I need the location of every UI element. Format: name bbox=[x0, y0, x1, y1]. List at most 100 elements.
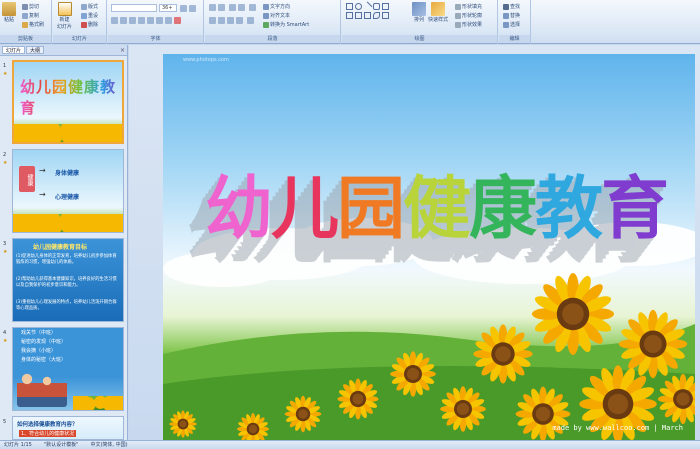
scissors-icon bbox=[22, 3, 28, 10]
brace-shape-icon[interactable] bbox=[364, 12, 371, 19]
slide-editor: 幼幼幼幼幼幼儿儿儿儿儿儿园园园园园园健健健健健健康康康康康康教教教教教教育育育育… bbox=[129, 45, 700, 440]
arrange-button[interactable]: 排列 bbox=[412, 2, 426, 23]
slides-group: 新建 幻灯片 版式 重设 删除 幻灯片 bbox=[53, 0, 107, 44]
copy-icon bbox=[22, 12, 28, 19]
thumbnail-text: (3)重视幼儿心理发展的特点，培养幼儿活泼开朗合群等心理品质。 bbox=[16, 300, 117, 311]
thumbnail-item: 身体健康 bbox=[55, 170, 80, 177]
align-text-icon bbox=[263, 12, 269, 19]
title-char: 儿 bbox=[271, 170, 339, 249]
format-painter-button[interactable]: 格式刷 bbox=[22, 21, 44, 28]
bold-icon[interactable] bbox=[111, 17, 118, 24]
rectangle-shape-icon[interactable] bbox=[346, 3, 353, 10]
slide-thumbnail[interactable]: 如何选择健康教育内容？ 1、符合幼儿的健康状况 bbox=[12, 416, 124, 440]
strikethrough-icon[interactable] bbox=[138, 17, 145, 24]
reset-button[interactable]: 重设 bbox=[81, 12, 98, 19]
shape-fill-button[interactable]: 形状填充 bbox=[455, 3, 482, 10]
char-spacing-icon[interactable] bbox=[156, 17, 163, 24]
slide-number: 4 bbox=[3, 330, 7, 336]
increase-indent-icon[interactable] bbox=[238, 4, 245, 11]
shadow-icon[interactable] bbox=[147, 17, 154, 24]
align-left-icon[interactable] bbox=[209, 17, 216, 24]
slide-thumbnail[interactable]: 幼儿园健康教育目标 (1)促进幼儿身体的正常发育，培养幼儿初步参加体育锻炼的习惯… bbox=[12, 238, 124, 322]
slide-counter: 幻灯片 1/15 bbox=[4, 442, 32, 448]
shrink-font-icon[interactable] bbox=[189, 5, 196, 12]
language-indicator[interactable]: 中文(简体, 中国) bbox=[90, 441, 127, 449]
paint-bucket-icon bbox=[455, 3, 461, 10]
title-char: 康 bbox=[469, 170, 537, 249]
more-shapes-icon[interactable] bbox=[382, 12, 389, 19]
line-spacing-icon[interactable] bbox=[249, 4, 256, 11]
tab-slides[interactable]: 幻灯片 bbox=[2, 46, 26, 54]
font-group: 36+ 字体 bbox=[108, 0, 204, 44]
oval-shape-icon[interactable] bbox=[355, 3, 362, 10]
star-shape-icon[interactable] bbox=[355, 12, 362, 19]
shape-outline-button[interactable]: 形状轮廓 bbox=[455, 12, 482, 19]
decrease-indent-icon[interactable] bbox=[229, 4, 236, 11]
paragraph-group: 文字方向 对齐文本 转换为 SmartArt 段落 bbox=[205, 0, 341, 44]
new-slide-button[interactable]: 新建 幻灯片 bbox=[57, 2, 72, 30]
close-icon[interactable]: × bbox=[120, 46, 125, 54]
layout-icon bbox=[81, 3, 87, 10]
title-char: 幼 bbox=[205, 170, 273, 249]
triangle-shape-icon[interactable] bbox=[346, 12, 353, 19]
cut-button[interactable]: 剪切 bbox=[22, 3, 39, 10]
tab-outline[interactable]: 大纲 bbox=[26, 46, 45, 54]
numbering-icon[interactable] bbox=[218, 4, 225, 11]
layout-button[interactable]: 版式 bbox=[81, 3, 98, 10]
image-credit: made by www.wallcoo.com | March bbox=[552, 424, 683, 432]
paste-button[interactable]: 粘贴 bbox=[2, 2, 16, 23]
panel-tabs: 幻灯片 大纲 × bbox=[0, 45, 127, 56]
slide-thumbnail-row[interactable]: 2 ★ 健康 → → 身体健康 心理健康 bbox=[2, 149, 124, 233]
rounded-rect-shape-icon[interactable] bbox=[373, 3, 380, 10]
columns-icon[interactable] bbox=[247, 17, 254, 24]
slide-thumbnail-row[interactable]: 5 如何选择健康教育内容？ 1、符合幼儿的健康状况 bbox=[2, 416, 124, 440]
slide-canvas[interactable]: 幼幼幼幼幼幼儿儿儿儿儿儿园园园园园园健健健健健健康康康康康康教教教教教教育育育育… bbox=[163, 54, 695, 440]
slide-thumbnail[interactable]: 幼儿园健康教育 bbox=[12, 60, 124, 144]
title-char: 健 bbox=[403, 170, 471, 249]
text-direction-button[interactable]: 文字方向 bbox=[263, 3, 290, 10]
bullets-icon[interactable] bbox=[209, 4, 216, 11]
thumbnail-list-item: 身体的秘密（大班） bbox=[21, 357, 67, 363]
grow-font-icon[interactable] bbox=[180, 5, 187, 12]
editing-group: 查找 替换 选择 编辑 bbox=[499, 0, 531, 44]
theme-name[interactable]: "默认设计模板" bbox=[44, 441, 79, 449]
font-size-combo[interactable]: 36+ bbox=[159, 4, 177, 12]
slide-thumbnail-row[interactable]: 4 ★ 戏关节（中班） 秘密的发现（中班） 我会摘（小班） 身体的秘密（大班） bbox=[2, 327, 124, 411]
align-center-icon[interactable] bbox=[218, 17, 225, 24]
justify-icon[interactable] bbox=[236, 17, 243, 24]
clipboard-group-label: 剪贴板 bbox=[0, 35, 51, 43]
thumbnail-list-item: 秘密的发现（中班） bbox=[21, 339, 67, 345]
italic-icon[interactable] bbox=[120, 17, 127, 24]
slide-thumbnail-row[interactable]: 1 ★ 幼儿园健康教育 bbox=[2, 60, 124, 144]
animation-star-icon: ★ bbox=[3, 249, 8, 255]
find-button[interactable]: 查找 bbox=[503, 3, 520, 10]
smartart-button[interactable]: 转换为 SmartArt bbox=[263, 21, 309, 28]
slide-thumbnail[interactable]: 戏关节（中班） 秘密的发现（中班） 我会摘（小班） 身体的秘密（大班） bbox=[12, 327, 124, 411]
font-name-combo[interactable] bbox=[111, 4, 157, 12]
title-char: 育 bbox=[601, 170, 669, 249]
quick-styles-button[interactable]: 快速样式 bbox=[428, 2, 448, 23]
title-char: 教 bbox=[535, 170, 603, 249]
font-color-icon[interactable] bbox=[174, 17, 181, 24]
delete-slide-button[interactable]: 删除 bbox=[81, 21, 98, 28]
animation-star-icon: ★ bbox=[3, 71, 8, 77]
children-illustration bbox=[17, 367, 67, 407]
slide-thumbnail[interactable]: 健康 → → 身体健康 心理健康 bbox=[12, 149, 124, 233]
align-right-icon[interactable] bbox=[227, 17, 234, 24]
copy-button[interactable]: 复制 bbox=[22, 12, 39, 19]
align-text-button[interactable]: 对齐文本 bbox=[263, 12, 290, 19]
slide-thumbnail-row[interactable]: 3 ★ 幼儿园健康教育目标 (1)促进幼儿身体的正常发育，培养幼儿初步参加体育锻… bbox=[2, 238, 124, 322]
select-button[interactable]: 选择 bbox=[503, 21, 520, 28]
shape-effects-button[interactable]: 形状效果 bbox=[455, 21, 482, 28]
clipboard-group: 粘贴 剪切 复制 格式刷 剪贴板 bbox=[0, 0, 52, 44]
replace-icon bbox=[503, 12, 509, 19]
curve-shape-icon[interactable] bbox=[373, 12, 380, 19]
underline-icon[interactable] bbox=[129, 17, 136, 24]
change-case-icon[interactable] bbox=[165, 17, 172, 24]
sunflowers-image bbox=[73, 396, 123, 410]
line-shape-icon[interactable] bbox=[362, 1, 373, 12]
slide-number: 5 bbox=[3, 419, 7, 425]
replace-button[interactable]: 替换 bbox=[503, 12, 520, 19]
arrow-shape-icon[interactable] bbox=[382, 3, 389, 10]
slides-panel: 幻灯片 大纲 × 1 ★ 幼儿园健康教育 2 ★ 健康 → → 身体健康 心理健… bbox=[0, 45, 128, 440]
